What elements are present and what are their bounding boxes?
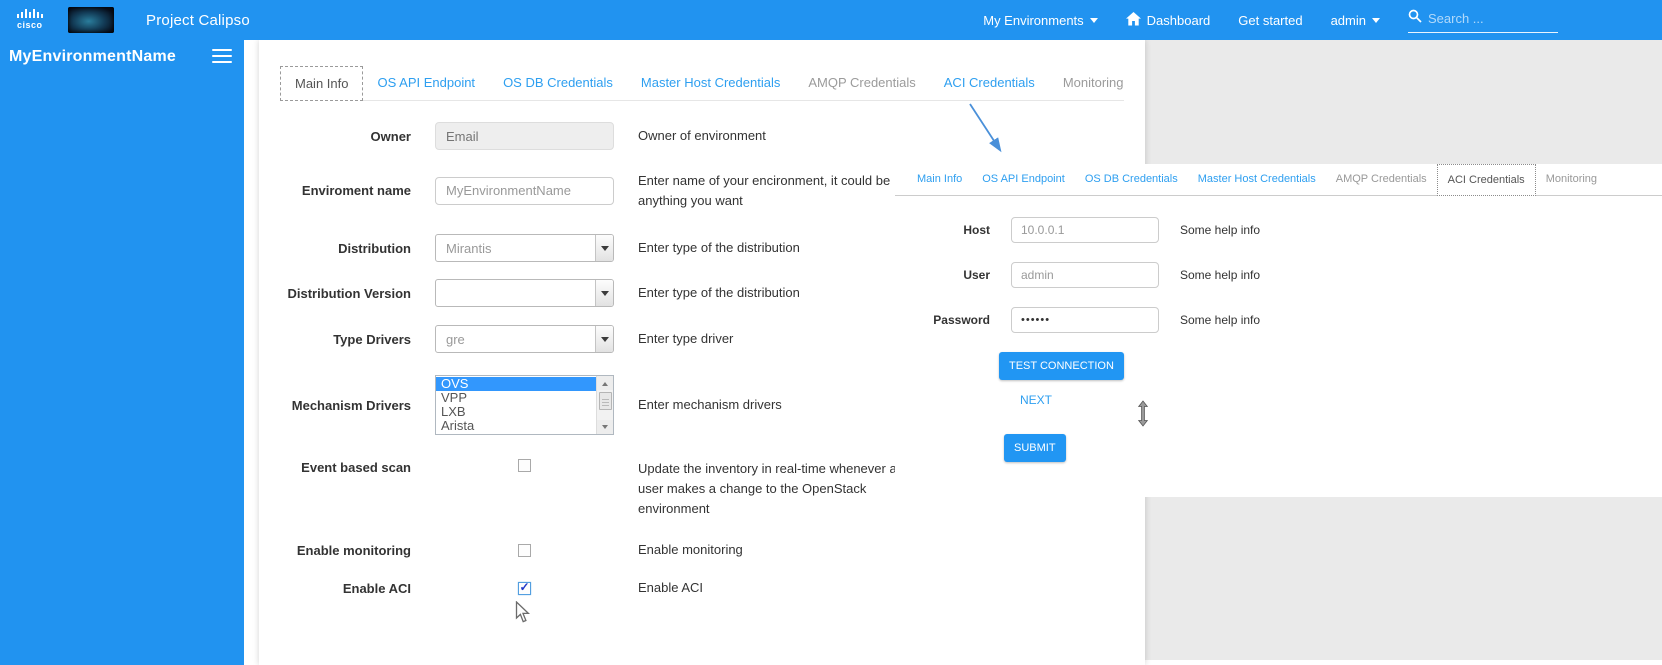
- list-option[interactable]: LXB: [436, 405, 596, 419]
- app-title: Project Calipso: [146, 12, 250, 29]
- distribution-select[interactable]: Mirantis: [435, 234, 614, 262]
- mouse-pointer-icon: [515, 601, 532, 629]
- tab-amqp-credentials: AMQP Credentials: [794, 66, 929, 100]
- list-option[interactable]: OVS: [436, 377, 596, 391]
- owner-label: Owner: [280, 128, 411, 145]
- aci-credentials-panel: Main Info OS API Endpoint OS DB Credenti…: [895, 164, 1662, 497]
- tab-monitoring: Monitoring: [1049, 66, 1138, 100]
- form-row-user: User Some help info: [895, 262, 1662, 288]
- cisco-logo: cisco: [16, 7, 50, 34]
- hamburger-menu-icon[interactable]: [212, 49, 232, 67]
- form-row-enable-aci: Enable ACI Enable ACI: [280, 578, 1124, 598]
- popup-tab-main-info[interactable]: Main Info: [907, 164, 972, 195]
- environment-name-label: Enviroment name: [280, 182, 411, 199]
- tab-os-db-credentials[interactable]: OS DB Credentials: [489, 66, 627, 100]
- chevron-down-icon: [601, 291, 609, 300]
- distribution-version-label: Distribution Version: [280, 285, 411, 302]
- search-input[interactable]: [1428, 11, 1546, 26]
- environment-name-help: Enter name of your encironment, it could…: [638, 171, 900, 211]
- aci-credentials-form: Host Some help info User Some help info …: [895, 217, 1662, 462]
- form-row-password: Password Some help info: [895, 307, 1662, 333]
- enable-aci-checkbox[interactable]: [518, 582, 531, 595]
- password-field[interactable]: [1011, 307, 1159, 333]
- distribution-version-select[interactable]: [435, 279, 614, 307]
- top-header: cisco Project Calipso My Environments Da…: [0, 0, 1662, 40]
- dropdown-button[interactable]: [595, 235, 613, 261]
- dropdown-button[interactable]: [595, 326, 613, 352]
- event-based-scan-label: Event based scan: [280, 459, 411, 476]
- chevron-down-icon: [1090, 18, 1098, 27]
- scrollbar-thumb[interactable]: [599, 392, 612, 410]
- distribution-label: Distribution: [280, 240, 411, 257]
- test-connection-button[interactable]: TEST CONNECTION: [999, 352, 1124, 380]
- chevron-down-icon: [601, 246, 609, 255]
- tab-os-api-endpoint[interactable]: OS API Endpoint: [363, 66, 489, 100]
- user-label: User: [895, 268, 990, 282]
- svg-text:cisco: cisco: [17, 20, 43, 29]
- host-help: Some help info: [1180, 223, 1662, 237]
- distribution-version-help: Enter type of the distribution: [638, 283, 900, 303]
- main-tab-bar: Main Info OS API Endpoint OS DB Credenti…: [280, 66, 1124, 101]
- mechanism-drivers-listbox[interactable]: OVS VPP LXB Arista Nexus: [435, 375, 614, 435]
- popup-tab-os-db-credentials[interactable]: OS DB Credentials: [1075, 164, 1188, 195]
- sidebar: MyEnvironmentName: [0, 40, 244, 665]
- search-icon: [1408, 9, 1422, 28]
- scrollbar[interactable]: [596, 376, 613, 434]
- mechanism-drivers-help: Enter mechanism drivers: [638, 395, 900, 415]
- nav-my-environments[interactable]: My Environments: [983, 13, 1097, 28]
- owner-field[interactable]: [435, 122, 614, 150]
- popup-tab-os-api-endpoint[interactable]: OS API Endpoint: [972, 164, 1075, 195]
- enable-monitoring-help: Enable monitoring: [638, 540, 900, 560]
- enable-monitoring-checkbox[interactable]: [518, 544, 531, 557]
- vertical-resize-icon: [1136, 400, 1150, 432]
- popup-tab-bar: Main Info OS API Endpoint OS DB Credenti…: [895, 164, 1662, 196]
- submit-button[interactable]: SUBMIT: [1004, 434, 1066, 462]
- tab-master-host-credentials[interactable]: Master Host Credentials: [627, 66, 794, 100]
- environment-name-title: MyEnvironmentName: [0, 40, 244, 66]
- popup-tab-amqp-credentials: AMQP Credentials: [1326, 164, 1437, 195]
- password-help: Some help info: [1180, 313, 1662, 327]
- nav-dashboard[interactable]: Dashboard: [1126, 12, 1211, 29]
- calipso-logo-image: [68, 7, 114, 33]
- next-link[interactable]: NEXT: [1020, 393, 1052, 407]
- distribution-help: Enter type of the distribution: [638, 238, 900, 258]
- password-label: Password: [895, 313, 990, 327]
- user-help: Some help info: [1180, 268, 1662, 282]
- type-drivers-help: Enter type driver: [638, 329, 900, 349]
- environment-name-field[interactable]: [435, 177, 614, 205]
- event-based-scan-checkbox[interactable]: [518, 459, 531, 472]
- tab-main-info[interactable]: Main Info: [280, 66, 363, 101]
- search-box[interactable]: [1408, 7, 1558, 33]
- enable-aci-help: Enable ACI: [638, 578, 900, 598]
- mechanism-drivers-label: Mechanism Drivers: [280, 397, 411, 414]
- dropdown-button[interactable]: [595, 280, 613, 306]
- owner-help: Owner of environment: [638, 126, 900, 146]
- nav-get-started[interactable]: Get started: [1238, 13, 1302, 28]
- host-label: Host: [895, 223, 990, 237]
- user-field[interactable]: [1011, 262, 1159, 288]
- popup-tab-aci-credentials[interactable]: ACI Credentials: [1437, 164, 1536, 196]
- host-field[interactable]: [1011, 217, 1159, 243]
- home-icon: [1126, 12, 1141, 29]
- scroll-up-icon[interactable]: [597, 376, 613, 390]
- nav-user-menu[interactable]: admin: [1331, 13, 1380, 28]
- chevron-down-icon: [601, 337, 609, 346]
- popup-tab-monitoring: Monitoring: [1536, 164, 1607, 195]
- type-drivers-select[interactable]: gre: [435, 325, 614, 353]
- form-row-owner: Owner Owner of environment: [280, 122, 1124, 150]
- enable-aci-label: Enable ACI: [280, 580, 411, 597]
- list-option[interactable]: Nexus: [436, 433, 596, 434]
- form-row-enable-monitoring: Enable monitoring Enable monitoring: [280, 540, 1124, 560]
- type-drivers-label: Type Drivers: [280, 331, 411, 348]
- chevron-down-icon: [1372, 18, 1380, 27]
- list-option[interactable]: Arista: [436, 419, 596, 433]
- enable-monitoring-label: Enable monitoring: [280, 542, 411, 559]
- popup-tab-master-host-credentials[interactable]: Master Host Credentials: [1188, 164, 1326, 195]
- list-option[interactable]: VPP: [436, 391, 596, 405]
- form-row-host: Host Some help info: [895, 217, 1662, 243]
- scroll-down-icon[interactable]: [597, 420, 613, 434]
- event-based-scan-help: Update the inventory in real-time whenev…: [638, 459, 900, 519]
- tab-aci-credentials[interactable]: ACI Credentials: [930, 66, 1049, 100]
